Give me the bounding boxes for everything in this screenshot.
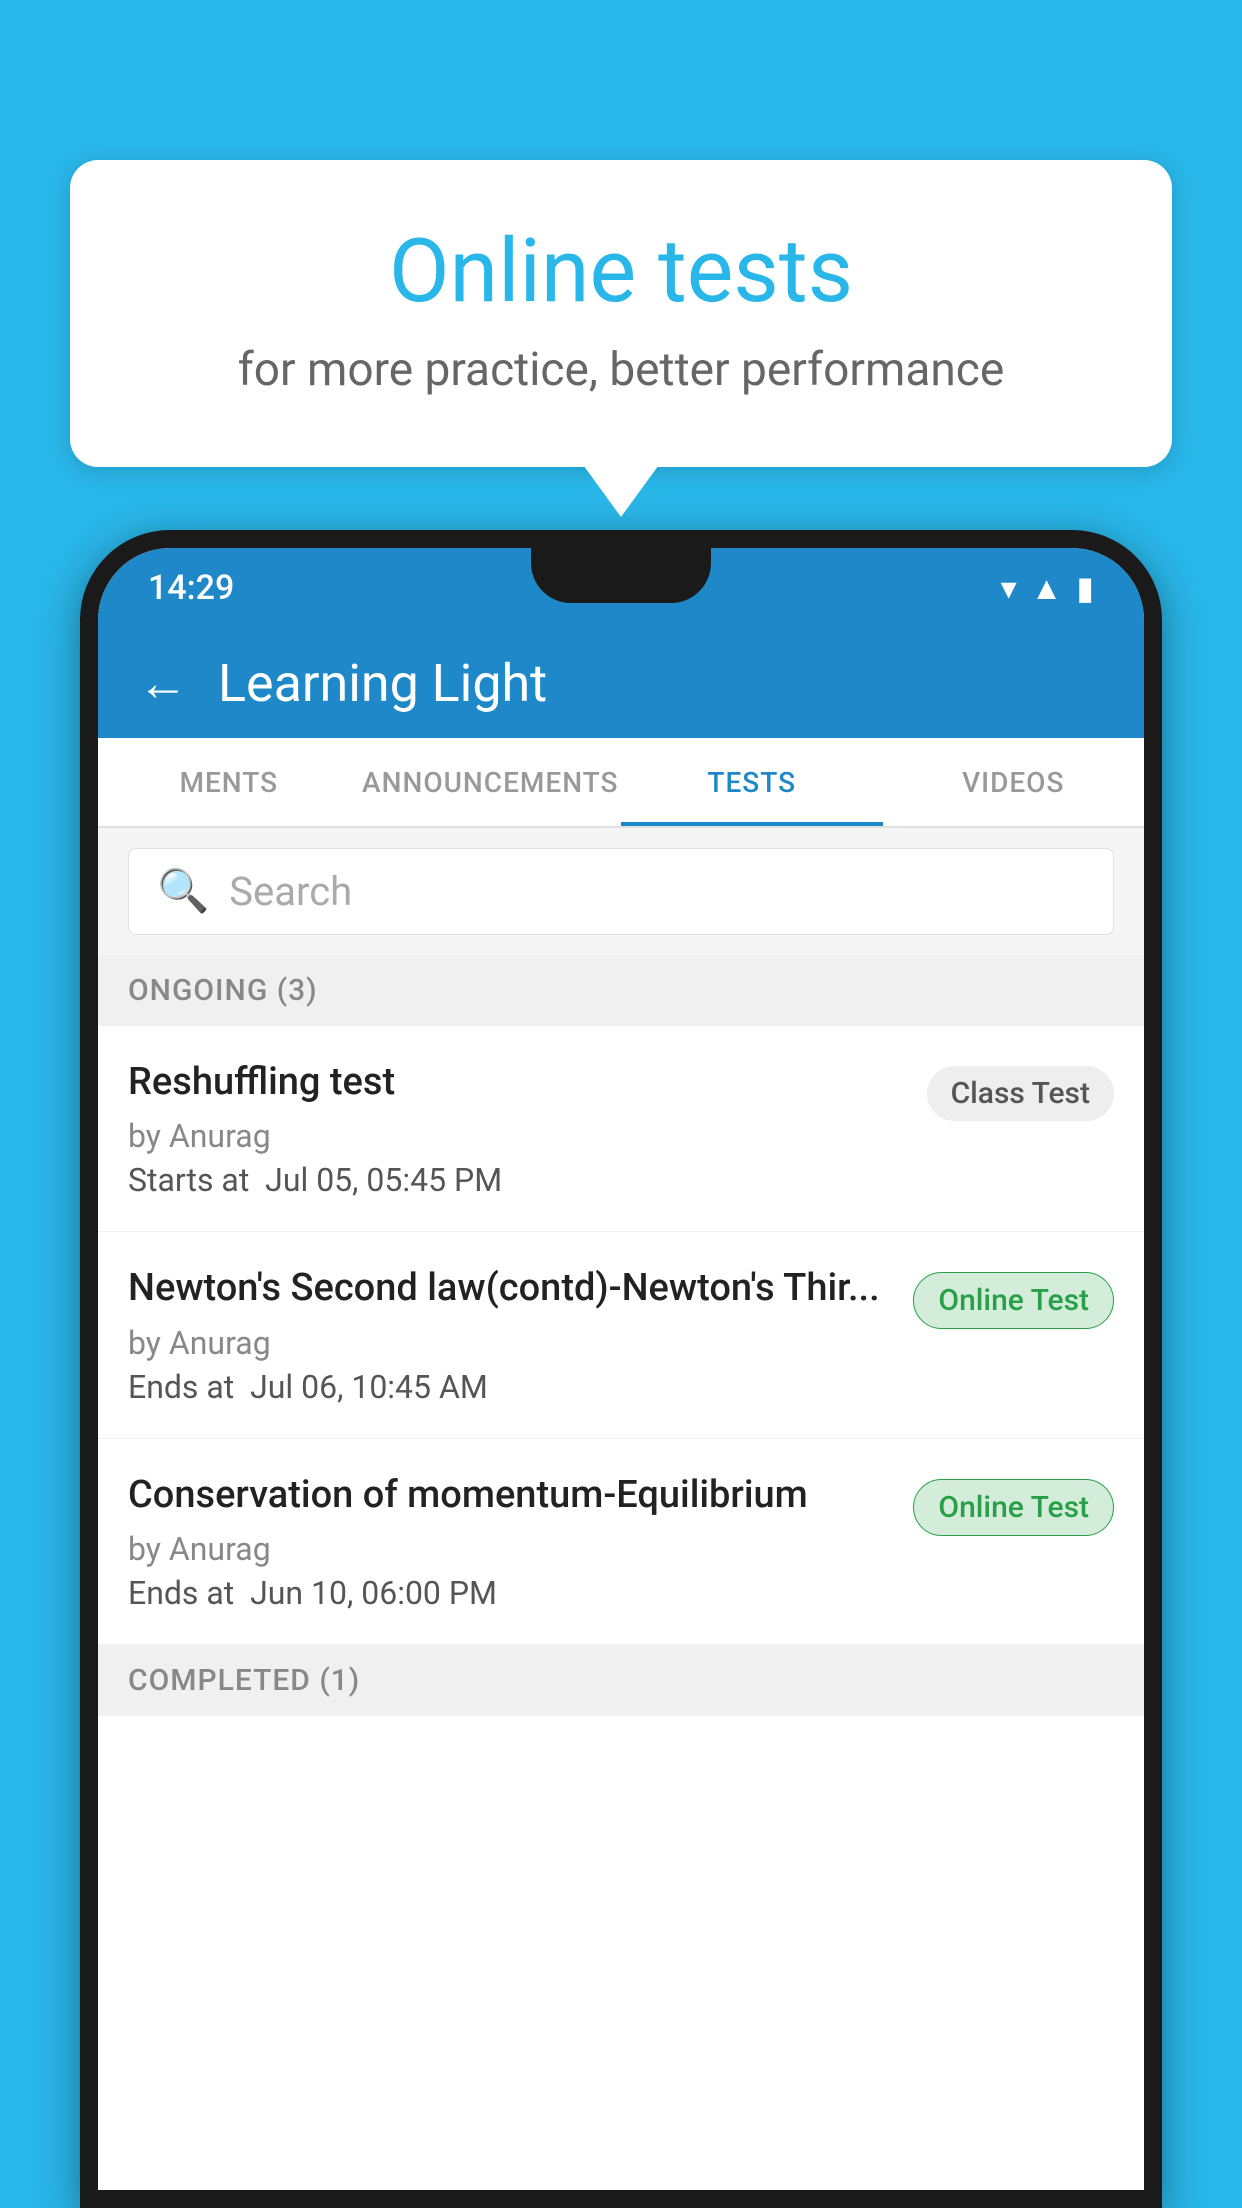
test-date: Ends at Jul 06, 10:45 AM — [128, 1368, 893, 1406]
signal-icon: ▲ — [1031, 569, 1063, 607]
test-info: Newton's Second law(contd)-Newton's Thir… — [128, 1264, 913, 1405]
test-list: Reshuffling test by Anurag Starts at Jul… — [98, 1026, 1144, 2190]
ongoing-section-header: ONGOING (3) — [98, 955, 1144, 1026]
bubble-title: Online tests — [120, 220, 1122, 323]
search-container: 🔍 Search — [98, 828, 1144, 955]
tab-tests[interactable]: TESTS — [621, 738, 883, 826]
test-author: by Anurag — [128, 1530, 893, 1568]
test-info: Conservation of momentum-Equilibrium by … — [128, 1471, 913, 1612]
phone-frame: 14:29 ▾ ▲ ▮ ← Learning Light MENTS ANNOU… — [80, 530, 1162, 2208]
online-test-badge: Online Test — [913, 1272, 1114, 1329]
test-date: Starts at Jul 05, 05:45 PM — [128, 1161, 907, 1199]
test-item[interactable]: Conservation of momentum-Equilibrium by … — [98, 1439, 1144, 1645]
test-name: Newton's Second law(contd)-Newton's Thir… — [128, 1264, 893, 1313]
search-bar[interactable]: 🔍 Search — [128, 848, 1114, 935]
speech-bubble: Online tests for more practice, better p… — [70, 160, 1172, 467]
phone-notch — [531, 548, 711, 603]
online-test-badge-2: Online Test — [913, 1479, 1114, 1536]
search-icon: 🔍 — [157, 867, 209, 916]
tabs-bar: MENTS ANNOUNCEMENTS TESTS VIDEOS — [98, 738, 1144, 828]
ongoing-label: ONGOING (3) — [128, 973, 318, 1008]
status-time: 14:29 — [148, 568, 234, 608]
tab-announcements[interactable]: ANNOUNCEMENTS — [360, 738, 622, 826]
back-button[interactable]: ← — [138, 654, 188, 713]
search-input[interactable]: Search — [229, 868, 352, 915]
test-date: Ends at Jun 10, 06:00 PM — [128, 1574, 893, 1612]
test-author: by Anurag — [128, 1117, 907, 1155]
tab-videos[interactable]: VIDEOS — [883, 738, 1145, 826]
wifi-icon: ▾ — [1001, 569, 1017, 607]
battery-icon: ▮ — [1076, 569, 1094, 607]
status-icons: ▾ ▲ ▮ — [1001, 569, 1094, 607]
phone-screen: 14:29 ▾ ▲ ▮ ← Learning Light MENTS ANNOU… — [98, 548, 1144, 2190]
test-item[interactable]: Reshuffling test by Anurag Starts at Jul… — [98, 1026, 1144, 1232]
test-name: Reshuffling test — [128, 1058, 907, 1107]
test-name: Conservation of momentum-Equilibrium — [128, 1471, 893, 1520]
app-header: ← Learning Light — [98, 628, 1144, 738]
status-bar: 14:29 ▾ ▲ ▮ — [98, 548, 1144, 628]
test-item[interactable]: Newton's Second law(contd)-Newton's Thir… — [98, 1232, 1144, 1438]
bubble-subtitle: for more practice, better performance — [120, 343, 1122, 397]
test-info: Reshuffling test by Anurag Starts at Jul… — [128, 1058, 927, 1199]
tab-ments[interactable]: MENTS — [98, 738, 360, 826]
class-test-badge: Class Test — [927, 1066, 1114, 1121]
app-title: Learning Light — [218, 653, 547, 714]
completed-label: COMPLETED (1) — [128, 1663, 360, 1698]
completed-section-header: COMPLETED (1) — [98, 1645, 1144, 1716]
test-author: by Anurag — [128, 1324, 893, 1362]
